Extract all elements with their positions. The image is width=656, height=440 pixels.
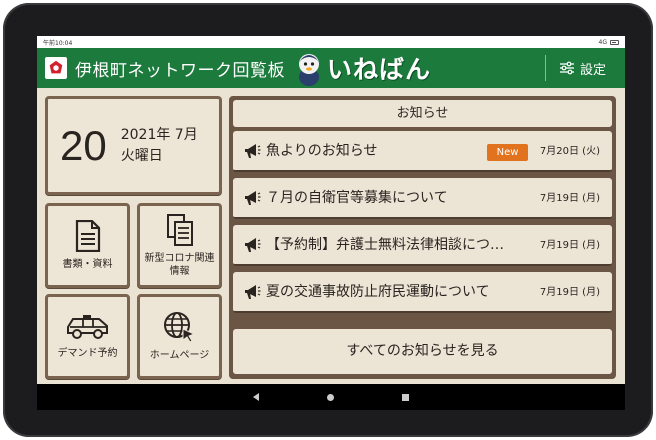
notice-title: ７月の自衛官等募集について <box>266 190 448 206</box>
status-time: 午前10:04 <box>43 39 73 47</box>
notice-panel: お知らせ 魚よりのお知らせ New 7月20日 (火) ７月の自衛官等募集につい… <box>229 96 616 379</box>
tile-demand-label: デマンド予約 <box>57 348 118 359</box>
date-day: 20 <box>60 121 107 169</box>
brand-logo: いねばん <box>327 55 432 84</box>
settings-button[interactable]: 設定 <box>559 48 606 88</box>
tile-documents[interactable]: 書類・資料 <box>45 203 130 288</box>
documents-stack-icon <box>166 213 193 246</box>
system-nav-bar <box>37 384 625 410</box>
notice-item[interactable]: ７月の自衛官等募集について 7月19日 (月) <box>233 178 612 219</box>
globe-cursor-icon <box>163 312 195 343</box>
car-icon <box>66 315 108 339</box>
document-icon <box>75 220 100 252</box>
tile-covid-info[interactable]: 新型コロナ関連情報 <box>137 203 222 288</box>
home-icon[interactable] <box>327 393 334 401</box>
notice-date: 7月19日 (月) <box>539 193 600 204</box>
status-bar: 午前10:04 4G <box>37 36 625 48</box>
notice-title: 【予約制】弁護士無料法律相談につ… <box>266 237 504 253</box>
tile-demand-booking[interactable]: デマンド予約 <box>45 294 130 379</box>
sliders-icon <box>560 61 574 75</box>
megaphone-icon <box>245 238 261 252</box>
megaphone-icon <box>245 191 261 205</box>
see-all-notices-button[interactable]: すべてのお知らせを見る <box>233 329 612 374</box>
tile-documents-label: 書類・資料 <box>62 259 113 270</box>
header-divider <box>545 55 546 81</box>
notice-header: お知らせ <box>233 100 612 127</box>
app-header: 伊根町ネットワーク回覧板 いねばん 設定 <box>37 48 625 88</box>
status-icons: 4G <box>599 39 619 46</box>
app-title: 伊根町ネットワーク回覧板 <box>75 60 285 81</box>
main-area: 20 2021年 7月 火曜日 書類・資料 新型コロナ関連情報 デマンド予約 ホ… <box>37 88 625 384</box>
battery-icon <box>610 39 619 45</box>
date-detail: 2021年 7月 火曜日 <box>121 125 198 167</box>
tile-covid-label: 新型コロナ関連情報 <box>144 252 215 277</box>
settings-label: 設定 <box>580 62 607 78</box>
notice-item[interactable]: 魚よりのお知らせ New 7月20日 (火) <box>233 131 612 172</box>
date-year-month: 2021年 7月 <box>120 126 198 143</box>
notice-item[interactable]: 【予約制】弁護士無料法律相談につ… 7月19日 (月) <box>233 225 612 266</box>
screen: 午前10:04 4G 伊根町ネットワーク回覧板 いねばん 設定 20 2021年… <box>37 36 625 410</box>
mascot-icon <box>299 54 319 86</box>
notice-title: 夏の交通事故防止府民運動について <box>266 284 490 300</box>
recent-apps-icon[interactable] <box>402 393 409 401</box>
tile-homepage[interactable]: ホームページ <box>137 294 222 379</box>
date-card: 20 2021年 7月 火曜日 <box>45 96 222 195</box>
signal-label: 4G <box>598 38 607 46</box>
tile-homepage-label: ホームページ <box>149 350 210 361</box>
back-icon[interactable] <box>253 393 259 401</box>
notice-date: 7月19日 (月) <box>539 240 600 251</box>
tablet-frame: 午前10:04 4G 伊根町ネットワーク回覧板 いねばん 設定 20 2021年… <box>3 3 653 437</box>
notice-item[interactable]: 夏の交通事故防止府民運動について 7月19日 (月) <box>233 272 612 313</box>
date-weekday: 火曜日 <box>120 147 163 164</box>
megaphone-icon <box>245 144 261 158</box>
new-badge: New <box>487 144 528 161</box>
town-emblem-icon <box>45 57 67 79</box>
megaphone-icon <box>245 285 261 299</box>
notice-date: 7月20日 (火) <box>539 146 600 157</box>
notice-date: 7月19日 (月) <box>539 287 600 298</box>
